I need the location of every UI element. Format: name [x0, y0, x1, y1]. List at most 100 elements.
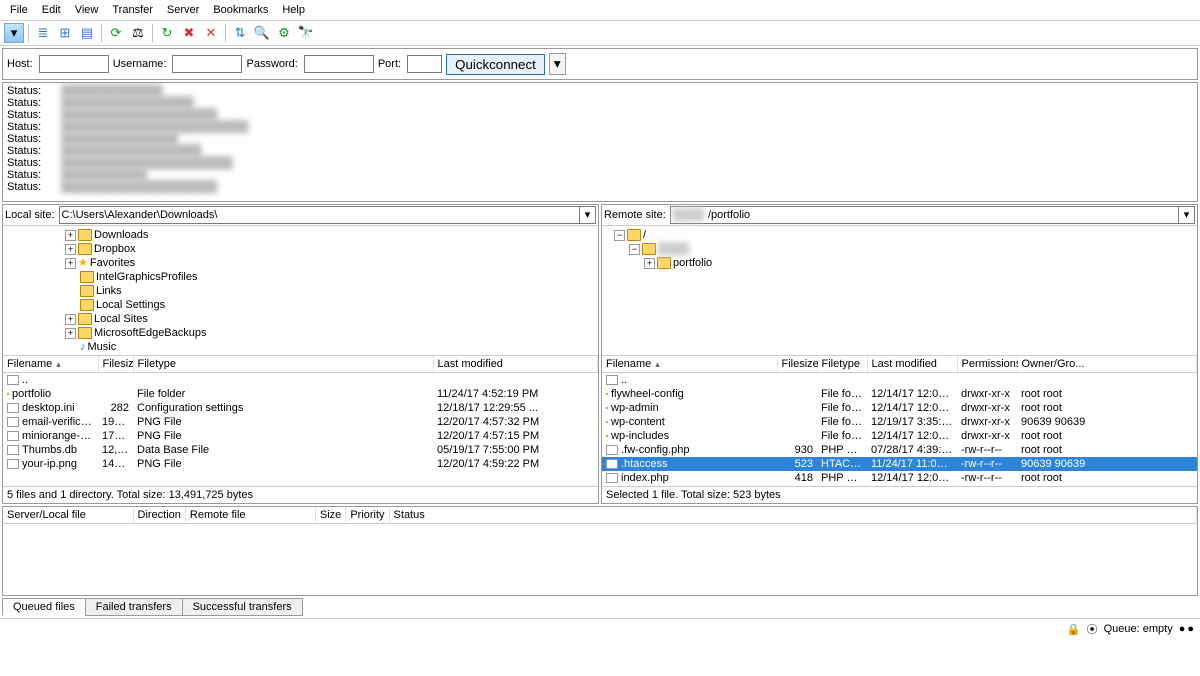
binoculars-icon[interactable]: 🔭 — [296, 23, 316, 43]
username-input[interactable] — [172, 55, 242, 73]
message-log[interactable]: Status:█████████████Status:█████████████… — [2, 82, 1198, 202]
file-row[interactable]: .. — [602, 373, 1197, 388]
tree-node[interactable]: +portfolio — [604, 256, 1195, 270]
q-col-direction[interactable]: Direction — [133, 507, 185, 524]
remote-pane: Remote site: ████/portfolio ▾ −/−████+po… — [601, 204, 1198, 504]
search-icon[interactable]: 🔍 — [252, 23, 272, 43]
toggle-tree-icon[interactable]: ⊞ — [55, 23, 75, 43]
tree-node[interactable]: Links — [5, 284, 596, 298]
col-filesize[interactable]: Filesize — [777, 356, 817, 373]
quickconnect-button[interactable]: Quickconnect — [446, 54, 545, 75]
quickconnect-bar: Host: Username: Password: Port: Quickcon… — [2, 48, 1198, 80]
file-row[interactable]: .. — [3, 373, 598, 388]
file-row[interactable]: your-ip.png149,731PNG File12/20/17 4:59:… — [3, 457, 598, 471]
remote-summary: Selected 1 file. Total size: 523 bytes — [602, 486, 1197, 503]
filter-icon[interactable]: ⇅ — [230, 23, 250, 43]
activity-indicator-icon: ● — [1179, 623, 1194, 635]
tab-successful[interactable]: Successful transfers — [182, 598, 303, 616]
remote-site-dropdown[interactable]: ▾ — [1179, 206, 1195, 224]
tree-node[interactable]: −████ — [604, 242, 1195, 256]
file-row[interactable]: wp-adminFile folder12/14/17 12:04:50 AMd… — [602, 401, 1197, 415]
menu-bookmarks[interactable]: Bookmarks — [207, 2, 274, 18]
file-row[interactable]: flywheel-configFile folder12/14/17 12:04… — [602, 387, 1197, 401]
host-label: Host: — [7, 58, 33, 70]
compare-icon[interactable]: ⚖ — [128, 23, 148, 43]
file-row[interactable]: wp-includesFile folder12/14/17 12:04:50 … — [602, 429, 1197, 443]
q-col-size[interactable]: Size — [315, 507, 345, 524]
process-icon[interactable]: ⚙ — [274, 23, 294, 43]
quickconnect-dropdown[interactable]: ▾ — [549, 53, 566, 75]
menu-server[interactable]: Server — [161, 2, 205, 18]
port-input[interactable] — [407, 55, 442, 73]
refresh-icon[interactable]: ↻ — [157, 23, 177, 43]
local-tree[interactable]: +Downloads+Dropbox+★FavoritesIntelGraphi… — [3, 226, 598, 356]
menu-edit[interactable]: Edit — [36, 2, 67, 18]
file-row[interactable]: desktop.ini282Configuration settings12/1… — [3, 401, 598, 415]
file-row[interactable]: .fw-config.php930PHP File07/28/17 4:39:2… — [602, 443, 1197, 457]
col-filesize[interactable]: Filesize — [98, 356, 133, 373]
file-row[interactable]: index.php418PHP File12/14/17 12:04:45 AM… — [602, 471, 1197, 485]
file-row[interactable]: wp-contentFile folder12/19/17 3:35:07 PM… — [602, 415, 1197, 429]
menubar: File Edit View Transfer Server Bookmarks… — [0, 0, 1200, 21]
file-row[interactable]: .htaccess523HTACCESS...11/24/17 11:07:06… — [602, 457, 1197, 471]
sync-icon[interactable]: ⟳ — [106, 23, 126, 43]
menu-help[interactable]: Help — [276, 2, 311, 18]
tree-node[interactable]: +★Favorites — [5, 256, 596, 270]
transfer-queue[interactable]: Server/Local file Direction Remote file … — [2, 506, 1198, 596]
queue-tabs: Queued files Failed transfers Successful… — [2, 598, 1198, 616]
disconnect-icon[interactable]: ✕ — [201, 23, 221, 43]
tree-node[interactable]: +Dropbox — [5, 242, 596, 256]
col-permissions[interactable]: Permissions — [957, 356, 1017, 373]
q-col-priority[interactable]: Priority — [346, 507, 389, 524]
toolbar: ▾ ≣ ⊞ ▤ ⟳ ⚖ ↻ ✖ ✕ ⇅ 🔍 ⚙ 🔭 — [0, 21, 1200, 46]
tree-node[interactable]: −/ — [604, 228, 1195, 242]
col-filetype[interactable]: Filetype — [817, 356, 867, 373]
file-row[interactable]: portfolioFile folder11/24/17 4:52:19 PM — [3, 387, 598, 401]
file-row[interactable]: miniorange-regi...179,956PNG File12/20/1… — [3, 429, 598, 443]
tree-node[interactable]: +Downloads — [5, 228, 596, 242]
col-filename[interactable]: Filename▴ — [602, 356, 777, 373]
tree-node[interactable]: +MicrosoftEdgeBackups — [5, 326, 596, 340]
q-col-remote[interactable]: Remote file — [185, 507, 315, 524]
col-filename[interactable]: Filename▴ — [3, 356, 98, 373]
remote-site-input[interactable]: ████/portfolio — [670, 206, 1179, 224]
tab-queued[interactable]: Queued files — [2, 598, 86, 616]
file-row[interactable]: wordfence-waf.php316PHP File12/26/16 12:… — [602, 485, 1197, 486]
toggle-queue-icon[interactable]: ▤ — [77, 23, 97, 43]
lock-icon[interactable]: 🔒 — [1067, 623, 1081, 636]
port-label: Port: — [378, 58, 401, 70]
tree-node[interactable]: ♪Music — [5, 340, 596, 354]
password-input[interactable] — [304, 55, 374, 73]
sitemanager-icon[interactable]: ▾ — [4, 23, 24, 43]
toggle-log-icon[interactable]: ≣ — [33, 23, 53, 43]
menu-view[interactable]: View — [69, 2, 105, 18]
menu-file[interactable]: File — [4, 2, 34, 18]
col-modified[interactable]: Last modified — [433, 356, 598, 373]
local-site-dropdown[interactable]: ▾ — [580, 206, 596, 224]
menu-transfer[interactable]: Transfer — [106, 2, 159, 18]
remote-filelist[interactable]: Filename▴ Filesize Filetype Last modifie… — [602, 356, 1197, 486]
col-modified[interactable]: Last modified — [867, 356, 957, 373]
stop-icon[interactable]: ✖ — [179, 23, 199, 43]
local-pane: Local site: ▾ +Downloads+Dropbox+★Favori… — [2, 204, 599, 504]
queue-status: Queue: empty — [1104, 623, 1173, 635]
local-filelist[interactable]: Filename▴ Filesize Filetype Last modifie… — [3, 356, 598, 486]
col-owner[interactable]: Owner/Gro... — [1017, 356, 1197, 373]
queue-indicator-icon[interactable]: ⦿ — [1087, 621, 1098, 637]
file-row[interactable]: email-verificatio...192,284PNG File12/20… — [3, 415, 598, 429]
tree-node[interactable]: +Local Sites — [5, 312, 596, 326]
password-label: Password: — [246, 58, 297, 70]
tree-node[interactable]: IntelGraphicsProfiles — [5, 270, 596, 284]
remote-tree[interactable]: −/−████+portfolio — [602, 226, 1197, 356]
col-filetype[interactable]: Filetype — [133, 356, 433, 373]
tab-failed[interactable]: Failed transfers — [85, 598, 183, 616]
local-site-label: Local site: — [5, 209, 55, 221]
q-col-file[interactable]: Server/Local file — [3, 507, 133, 524]
file-row[interactable]: Thumbs.db12,969,472Data Base File05/19/1… — [3, 443, 598, 457]
statusbar: 🔒 ⦿ Queue: empty ● — [0, 618, 1200, 639]
host-input[interactable] — [39, 55, 109, 73]
local-site-input[interactable] — [59, 206, 580, 224]
q-col-status[interactable]: Status — [389, 507, 1196, 524]
tree-node[interactable]: Local Settings — [5, 298, 596, 312]
local-summary: 5 files and 1 directory. Total size: 13,… — [3, 486, 598, 503]
